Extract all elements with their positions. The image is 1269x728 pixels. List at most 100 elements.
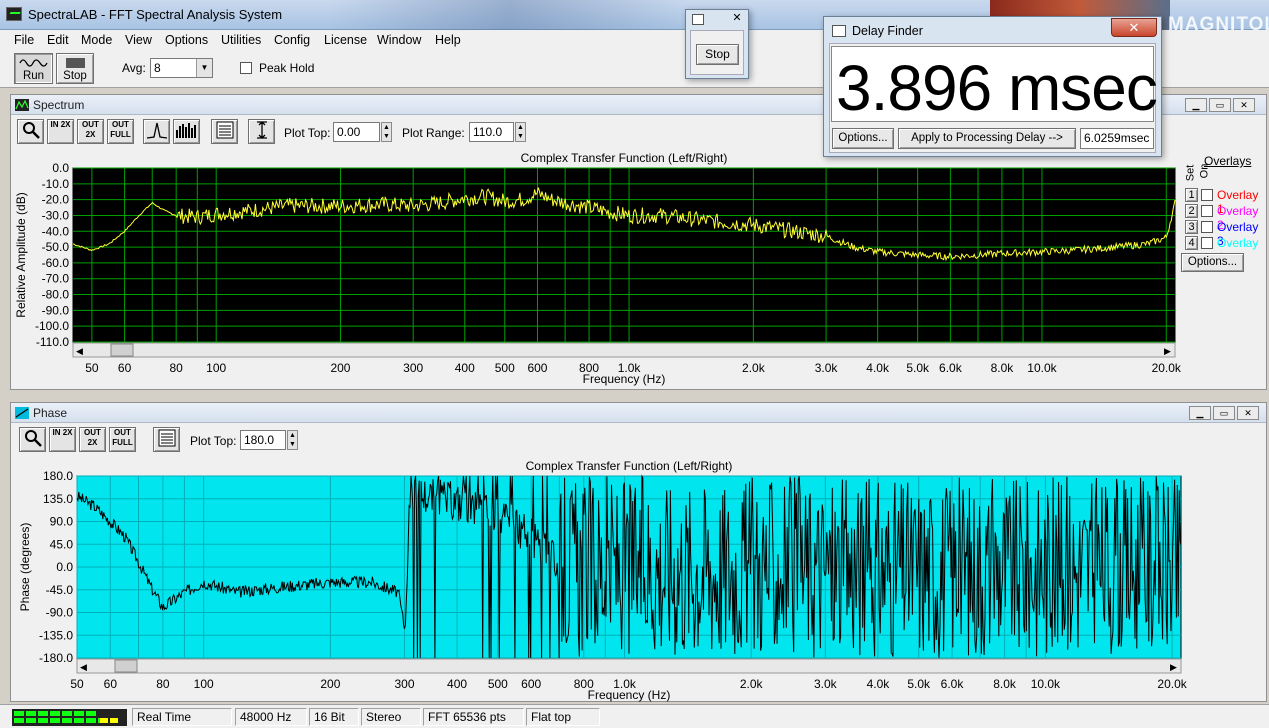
phase-zoom-out-2x-button[interactable]: OUT 2X	[79, 427, 106, 452]
delay-value: 3.896 msec	[836, 52, 1158, 124]
chart0-x-tick-label: 600	[527, 361, 547, 375]
table-icon	[158, 429, 175, 447]
chart0-x-tick-label: 200	[330, 361, 350, 375]
phase-chart[interactable]: Complex Transfer Function (Left/Right) 18…	[11, 457, 1191, 702]
avg-dropdown-arrow[interactable]: ▼	[196, 59, 212, 77]
delay-finder-title: Delay Finder	[852, 24, 923, 38]
overlay-2-set-button[interactable]: 2	[1185, 204, 1198, 218]
chart1-x-tick-label: 100	[194, 677, 214, 691]
overlay-3-checkbox[interactable]	[1201, 221, 1213, 233]
phase-zoom-button[interactable]	[19, 427, 46, 452]
spectrum-plot-top-input[interactable]: 0.00	[333, 122, 380, 142]
phase-plot-top-label: Plot Top:	[190, 434, 237, 448]
spectrum-peak-view-button[interactable]	[143, 119, 170, 144]
chart0-x-tick-label: 100	[206, 361, 226, 375]
spectrum-zoom-button[interactable]	[17, 119, 44, 144]
menu-config[interactable]: Config	[274, 33, 310, 47]
menu-file[interactable]: File	[14, 33, 34, 47]
menu-help[interactable]: Help	[435, 33, 461, 47]
chart0-x-axis-label: Frequency (Hz)	[583, 372, 666, 386]
spectrum-zoom-full-button[interactable]: OUT FULL	[107, 119, 134, 144]
delay-finder-options-button[interactable]: Options...	[832, 128, 894, 149]
app-title: SpectraLAB - FFT Spectral Analysis Syste…	[28, 7, 283, 22]
avg-value: 8	[154, 61, 161, 75]
overlay-3-set-button[interactable]: 3	[1185, 220, 1198, 234]
menu-options[interactable]: Options	[165, 33, 208, 47]
spectrum-bar-view-button[interactable]	[173, 119, 200, 144]
overlays-options-button[interactable]: Options...	[1181, 253, 1244, 272]
chart0-y-tick-label: -70.0	[42, 272, 70, 286]
spectrum-minimize-button[interactable]: ▁	[1185, 98, 1207, 112]
avg-select[interactable]: 8 ▼	[150, 58, 213, 78]
phase-plot-top-spinner[interactable]: ▲ ▼	[287, 430, 298, 450]
spectrum-plot-range-input[interactable]: 110.0	[469, 122, 514, 142]
phase-titlebar: Phase ▁ ▭ ✕	[11, 403, 1266, 423]
spectrum-zoom-out-2x-button[interactable]: OUT 2X	[77, 119, 104, 144]
level-meter-peak	[100, 718, 120, 723]
spectrum-plot-top-label: Plot Top:	[284, 126, 331, 140]
spectrum-table-button[interactable]	[211, 119, 238, 144]
chart1-scroll-right-arrow: ▶	[1170, 662, 1177, 672]
peak-hold-checkbox[interactable]	[240, 62, 252, 74]
overlay-1-checkbox[interactable]	[1201, 189, 1213, 201]
menu-mode[interactable]: Mode	[81, 33, 112, 47]
spectrum-plot-top-spinner[interactable]: ▲ ▼	[381, 122, 392, 142]
phase-zoom-in-2x-button[interactable]: IN 2X	[49, 427, 76, 452]
spectrum-plot-range-spinner[interactable]: ▲ ▼	[515, 122, 526, 142]
magnifier-icon	[22, 122, 40, 139]
chart1-x-tick-label: 10.0k	[1031, 677, 1061, 691]
delay-finder-close-button[interactable]: ✕	[1111, 18, 1157, 37]
processing-delay-field[interactable]: 6.0259msec	[1080, 128, 1154, 149]
chart1-y-tick-label: -135.0	[39, 628, 73, 642]
phase-close-button[interactable]: ✕	[1237, 406, 1259, 420]
chart0-title: Complex Transfer Function (Left/Right)	[521, 151, 728, 165]
status-bar: Real Time 48000 Hz 16 Bit Stereo FFT 655…	[0, 704, 1269, 728]
phase-plot-top-input[interactable]: 180.0	[240, 430, 286, 450]
menu-window[interactable]: Window	[377, 33, 421, 47]
menu-view[interactable]: View	[125, 33, 152, 47]
table-icon	[216, 121, 233, 139]
overlay-1-set-button[interactable]: 1	[1185, 188, 1198, 202]
chart0-x-tick-label: 10.0k	[1027, 361, 1057, 375]
status-bit-depth: 16 Bit	[309, 708, 359, 726]
chart1-x-tick-label: 600	[521, 677, 541, 691]
spectrum-close-button[interactable]: ✕	[1233, 98, 1255, 112]
menu-license[interactable]: License	[324, 33, 367, 47]
menu-utilities[interactable]: Utilities	[221, 33, 261, 47]
stop-button[interactable]: Stop	[56, 53, 94, 84]
status-channels: Stereo	[361, 708, 421, 726]
menu-edit[interactable]: Edit	[47, 33, 69, 47]
level-meter	[12, 709, 127, 726]
phase-maximize-button[interactable]: ▭	[1213, 406, 1235, 420]
chart0-x-tick-label: 3.0k	[815, 361, 839, 375]
stop-popup-icon	[692, 14, 704, 25]
overlay-4-checkbox[interactable]	[1201, 237, 1213, 249]
status-mode: Real Time	[132, 708, 232, 726]
chart0-x-tick-label: 500	[495, 361, 515, 375]
spectrum-scale-button[interactable]	[248, 119, 275, 144]
zoom-full-icon: OUT FULL	[110, 120, 131, 139]
spectrum-zoom-in-2x-button[interactable]: IN 2X	[47, 119, 74, 144]
spectrum-chart[interactable]: Complex Transfer Function (Left/Right) 0.…	[11, 145, 1181, 390]
sine-wave-icon	[19, 59, 48, 67]
phase-minimize-button[interactable]: ▁	[1189, 406, 1211, 420]
status-sample-rate: 48000 Hz	[235, 708, 307, 726]
chart1-y-tick-label: 135.0	[43, 492, 73, 506]
phase-zoom-full-button[interactable]: OUT FULL	[109, 427, 136, 452]
chart0-plot-area	[72, 167, 1176, 343]
car-photo-backdrop	[330, 0, 690, 30]
run-label: Run	[22, 70, 45, 82]
apply-to-processing-delay-button[interactable]: Apply to Processing Delay -->	[898, 128, 1076, 149]
run-button[interactable]: Run	[14, 53, 53, 84]
stop-popup-close-button[interactable]: ✕	[728, 11, 746, 26]
chart0-x-tick-label: 80	[169, 361, 183, 375]
stop-square-icon	[66, 58, 85, 68]
overlay-2-checkbox[interactable]	[1201, 205, 1213, 217]
chart0-y-tick-label: -40.0	[42, 224, 70, 238]
overlay-4-set-button[interactable]: 4	[1185, 236, 1198, 250]
stop-popup-stop-button[interactable]: Stop	[696, 44, 739, 65]
spectrum-maximize-button[interactable]: ▭	[1209, 98, 1231, 112]
spectralab-app-icon	[6, 7, 22, 21]
phase-table-button[interactable]	[153, 427, 180, 452]
chart0-y-tick-label: -80.0	[42, 288, 70, 302]
